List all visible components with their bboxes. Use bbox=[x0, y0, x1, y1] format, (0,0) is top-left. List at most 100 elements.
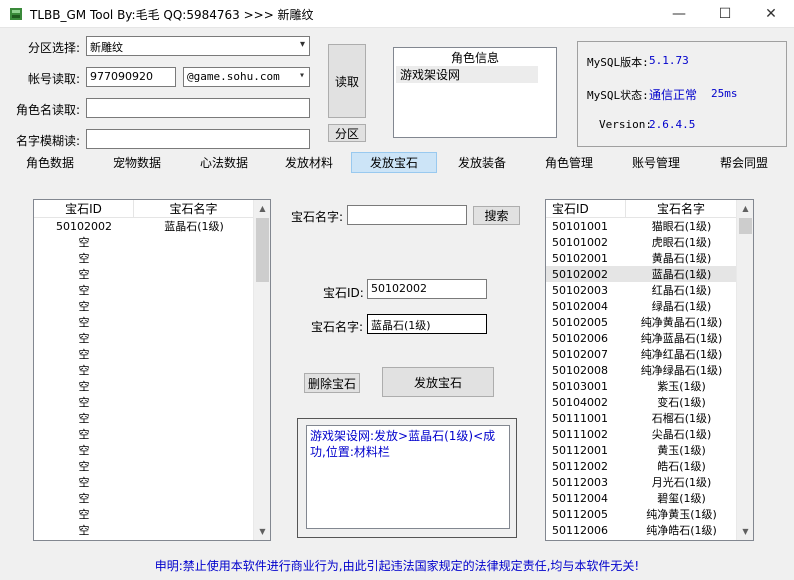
table-row[interactable]: 空 bbox=[34, 266, 254, 282]
role-info-row[interactable]: 游戏架设网 bbox=[396, 66, 538, 83]
gem-name-cell: 猫眼石(1级) bbox=[651, 220, 712, 233]
table-row[interactable]: 空 bbox=[34, 490, 254, 506]
gem-name-cell bbox=[134, 314, 254, 330]
table-row[interactable]: 50104002 变石(1级) bbox=[546, 394, 737, 410]
tab-3[interactable]: 心法数据 bbox=[183, 152, 265, 173]
table-row[interactable]: 50112005 纯净黄玉(1级) bbox=[546, 506, 737, 522]
table-row[interactable]: 空 bbox=[34, 346, 254, 362]
gem-name-cell bbox=[134, 282, 254, 298]
tab-7[interactable]: 角色管理 bbox=[527, 152, 611, 173]
table-row[interactable]: 50102005 纯净黄晶石(1级) bbox=[546, 314, 737, 330]
column-header-gem-id[interactable]: 宝石ID bbox=[546, 200, 626, 217]
table-row[interactable]: 空 bbox=[34, 314, 254, 330]
table-row[interactable]: 空 bbox=[34, 394, 254, 410]
account-input[interactable]: 977090920 bbox=[86, 67, 176, 87]
gem-name-cell bbox=[134, 234, 254, 250]
scrollbar[interactable]: ▲ ▼ bbox=[736, 200, 753, 540]
table-row[interactable]: 50102004 绿晶石(1级) bbox=[546, 298, 737, 314]
table-row[interactable]: 空 bbox=[34, 330, 254, 346]
rolename-input[interactable] bbox=[86, 98, 310, 118]
gem-id-cell: 空 bbox=[78, 332, 90, 345]
table-row[interactable]: 50101001 猫眼石(1级) bbox=[546, 218, 737, 234]
table-row[interactable]: 50102008 纯净绿晶石(1级) bbox=[546, 362, 737, 378]
gem-id-field[interactable]: 50102002 bbox=[367, 279, 487, 299]
table-row[interactable]: 空 bbox=[34, 298, 254, 314]
zone-select[interactable]: 新雕纹 ▾ bbox=[86, 36, 310, 56]
column-header-gem-name[interactable]: 宝石名字 bbox=[134, 200, 254, 217]
table-row[interactable]: 空 bbox=[34, 378, 254, 394]
gem-name-cell bbox=[134, 250, 254, 266]
tab-5[interactable]: 发放宝石 bbox=[351, 152, 437, 173]
gem-catalog-list[interactable]: 宝石ID 宝石名字 50101001 猫眼石(1级) 50101002 虎眼石(1级)… bbox=[545, 199, 754, 541]
issued-gems-list[interactable]: 宝石ID 宝石名字 50102002 蓝晶石(1级) 空空空空空空空空空空空空空空空… bbox=[33, 199, 271, 541]
table-row[interactable]: 50102007 纯净红晶石(1级) bbox=[546, 346, 737, 362]
table-row[interactable]: 50101002 虎眼石(1级) bbox=[546, 234, 737, 250]
zone-button[interactable]: 分区 bbox=[328, 124, 366, 142]
issue-gem-button[interactable]: 发放宝石 bbox=[382, 367, 494, 397]
chevron-down-icon: ▾ bbox=[299, 39, 305, 50]
domain-select[interactable]: @game.sohu.com ▾ bbox=[183, 67, 310, 87]
table-row[interactable]: 50102006 纯净蓝晶石(1级) bbox=[546, 330, 737, 346]
table-row[interactable]: 空 bbox=[34, 506, 254, 522]
table-row[interactable]: 50112004 碧玺(1级) bbox=[546, 490, 737, 506]
scroll-down-icon[interactable]: ▼ bbox=[254, 523, 270, 540]
fuzzy-name-label: 名字模糊读: bbox=[16, 134, 81, 148]
table-row[interactable]: 空 bbox=[34, 234, 254, 250]
table-row[interactable]: 空 bbox=[34, 362, 254, 378]
read-button[interactable]: 读取 bbox=[328, 44, 366, 118]
tab-2[interactable]: 宠物数据 bbox=[96, 152, 178, 173]
delete-gem-button[interactable]: 删除宝石 bbox=[304, 373, 360, 393]
scroll-thumb[interactable] bbox=[739, 218, 752, 234]
gem-id-cell: 空 bbox=[78, 460, 90, 473]
gem-name-field[interactable]: 蓝晶石(1级) bbox=[367, 314, 487, 334]
table-row[interactable]: 50102002 蓝晶石(1级) bbox=[546, 266, 737, 282]
table-row[interactable]: 空 bbox=[34, 442, 254, 458]
table-row[interactable]: 空 bbox=[34, 522, 254, 538]
tab-9[interactable]: 帮会同盟 bbox=[700, 152, 788, 173]
scroll-thumb[interactable] bbox=[256, 218, 269, 282]
zone-label: 分区选择: bbox=[28, 41, 81, 55]
gem-id-cell: 空 bbox=[78, 524, 90, 537]
gem-id-cell: 50112001 bbox=[552, 443, 608, 457]
gem-id-label: 宝石ID: bbox=[323, 286, 364, 300]
gem-search-input[interactable] bbox=[347, 205, 467, 225]
table-row[interactable]: 空 bbox=[34, 250, 254, 266]
title-bar[interactable]: TLBB_GM Tool By:毛毛 QQ:5984763 >>> 新雕纹 — … bbox=[0, 0, 794, 28]
table-row[interactable]: 50112006 纯净皓石(1级) bbox=[546, 522, 737, 538]
table-row[interactable]: 50111002 尖晶石(1级) bbox=[546, 426, 737, 442]
gem-name-cell bbox=[134, 298, 254, 314]
table-row[interactable]: 空 bbox=[34, 426, 254, 442]
table-row[interactable]: 50112001 黄玉(1级) bbox=[546, 442, 737, 458]
tab-4[interactable]: 发放材料 bbox=[269, 152, 349, 173]
table-row[interactable]: 空 bbox=[34, 474, 254, 490]
scrollbar[interactable]: ▲ ▼ bbox=[253, 200, 270, 540]
tab-1[interactable]: 角色数据 bbox=[10, 152, 90, 173]
table-row[interactable]: 空 bbox=[34, 410, 254, 426]
minimize-button[interactable]: — bbox=[656, 0, 702, 28]
table-row[interactable]: 50112002 皓石(1级) bbox=[546, 458, 737, 474]
tab-6[interactable]: 发放装备 bbox=[440, 152, 524, 173]
table-row[interactable]: 50111001 石榴石(1级) bbox=[546, 410, 737, 426]
table-row[interactable]: 50112003 月光石(1级) bbox=[546, 474, 737, 490]
table-row[interactable]: 空 bbox=[34, 458, 254, 474]
table-row[interactable]: 50102001 黄晶石(1级) bbox=[546, 250, 737, 266]
tab-8[interactable]: 账号管理 bbox=[614, 152, 698, 173]
table-row[interactable]: 50102003 红晶石(1级) bbox=[546, 282, 737, 298]
gem-id-cell: 空 bbox=[78, 364, 90, 377]
gem-id-cell: 空 bbox=[78, 428, 90, 441]
column-header-gem-name[interactable]: 宝石名字 bbox=[626, 200, 737, 217]
scroll-up-icon[interactable]: ▲ bbox=[737, 200, 753, 217]
scroll-up-icon[interactable]: ▲ bbox=[254, 200, 270, 217]
gem-name-cell: 纯净皓石(1级) bbox=[646, 524, 717, 537]
result-log[interactable]: 游戏架设网:发放>蓝晶石(1级)<成功,位置:材料栏 bbox=[306, 425, 510, 529]
search-button[interactable]: 搜索 bbox=[473, 206, 520, 225]
fuzzy-name-input[interactable] bbox=[86, 129, 310, 149]
maximize-button[interactable]: ☐ bbox=[702, 0, 748, 28]
role-info-list[interactable]: 角色信息 游戏架设网 bbox=[393, 47, 557, 138]
table-row[interactable]: 空 bbox=[34, 282, 254, 298]
column-header-gem-id[interactable]: 宝石ID bbox=[34, 200, 134, 217]
scroll-down-icon[interactable]: ▼ bbox=[737, 523, 753, 540]
table-row[interactable]: 50103001 紫玉(1级) bbox=[546, 378, 737, 394]
table-row[interactable]: 50102002 蓝晶石(1级) bbox=[34, 218, 254, 234]
close-button[interactable]: ✕ bbox=[748, 0, 794, 28]
